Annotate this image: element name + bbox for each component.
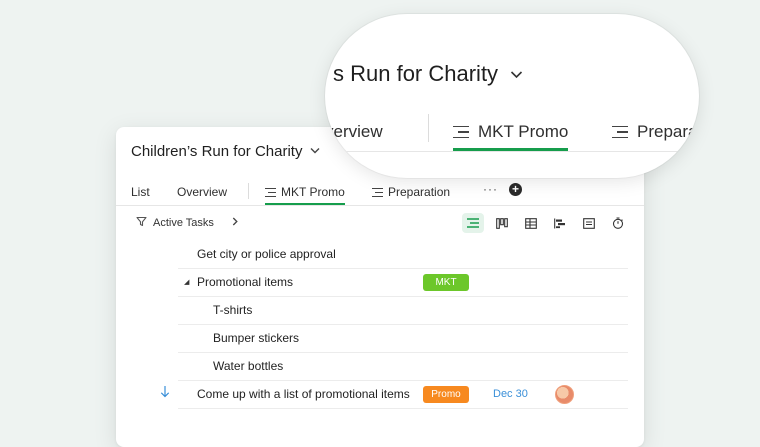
board-view-icon[interactable] — [491, 213, 513, 233]
task-row[interactable]: Come up with a list of promotional items… — [160, 380, 628, 409]
magnified-tabs: verview MKT Promo Prepara — [325, 106, 699, 152]
due-date[interactable]: Dec 30 — [493, 388, 528, 400]
tab-preparation[interactable]: Preparation — [372, 181, 450, 203]
funnel-icon — [136, 216, 147, 230]
filter-active-tasks[interactable]: Active Tasks — [136, 216, 238, 230]
tag-badge[interactable]: Promo — [423, 386, 469, 403]
subtask-row[interactable]: Water bottles — [178, 352, 628, 381]
tab-list[interactable]: List — [131, 181, 150, 203]
magnified-project-title: s Run for Charity — [333, 61, 523, 87]
more-tabs-button[interactable]: ··· — [483, 182, 498, 196]
subtask-row[interactable]: Bumper stickers — [178, 324, 628, 353]
filter-label: Active Tasks — [153, 217, 214, 229]
tab-label: List — [131, 185, 150, 199]
list-lines-icon — [265, 187, 276, 197]
tag-badge[interactable]: MKT — [423, 274, 469, 291]
task-name: Promotional items — [197, 275, 294, 289]
zoom-magnifier: s Run for Charity verview MKT Promo Prep… — [325, 14, 699, 178]
calendar-view-icon[interactable] — [578, 213, 600, 233]
tab-label: MKT Promo — [478, 122, 569, 141]
tab-label: Overview — [177, 185, 228, 199]
down-arrow-icon — [160, 385, 170, 401]
subtask-row[interactable]: T-shirts — [178, 296, 628, 325]
task-row[interactable]: ◢ Promotional items MKT — [178, 268, 628, 297]
timer-view-icon[interactable] — [607, 213, 629, 233]
chevron-right-icon — [232, 217, 238, 229]
collapse-triangle-icon[interactable]: ◢ — [184, 278, 189, 286]
tab-divider — [248, 183, 249, 199]
chevron-down-icon — [310, 146, 320, 157]
task-name: Get city or police approval — [197, 247, 336, 261]
tab-label: Prepara — [637, 122, 698, 141]
gantt-view-icon[interactable] — [549, 213, 571, 233]
task-row[interactable]: Get city or police approval — [178, 240, 628, 269]
magnified-tab-preparation: Prepara — [612, 116, 697, 148]
tab-divider — [428, 114, 429, 142]
magnified-tab-mkt-promo: MKT Promo — [453, 116, 569, 151]
project-title: Children’s Run for Charity — [131, 143, 303, 160]
tab-label: verview — [325, 122, 383, 141]
tab-label: Preparation — [388, 185, 451, 199]
tab-mkt-promo[interactable]: MKT Promo — [265, 181, 345, 205]
magnified-title-text: s Run for Charity — [333, 61, 499, 86]
tab-label: MKT Promo — [281, 185, 345, 199]
list-lines-icon — [612, 125, 628, 139]
task-name: Water bottles — [213, 359, 284, 373]
tab-overview[interactable]: Overview — [177, 181, 227, 203]
project-title-dropdown[interactable]: Children’s Run for Charity — [131, 143, 320, 160]
task-name: Come up with a list of promotional items — [197, 387, 410, 401]
task-name: T-shirts — [213, 303, 253, 317]
view-mode-toolbar — [462, 213, 629, 233]
add-view-button[interactable]: + — [509, 183, 522, 196]
table-view-icon[interactable] — [520, 213, 542, 233]
list-lines-icon — [372, 187, 383, 197]
chevron-down-icon — [510, 66, 523, 82]
avatar[interactable] — [555, 385, 574, 404]
list-lines-icon — [453, 125, 469, 139]
view-tabs: List Overview MKT Promo Preparation — [116, 179, 644, 206]
magnified-tab-overview: verview — [325, 116, 383, 148]
task-name: Bumper stickers — [213, 331, 300, 345]
list-view-icon[interactable] — [462, 213, 484, 233]
